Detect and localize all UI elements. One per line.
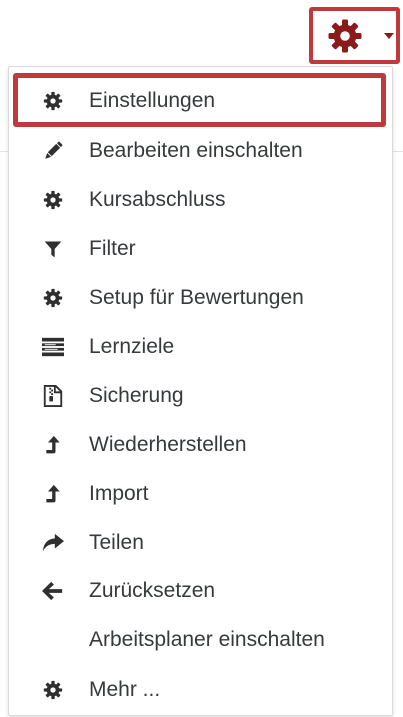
settings-menu-trigger[interactable] — [309, 7, 400, 64]
menu-item-kursabschluss[interactable]: Kursabschluss — [9, 180, 392, 220]
menu-item-label: Setup für Bewertungen — [89, 286, 304, 309]
menu-item-label: Teilen — [89, 531, 144, 554]
menu-item-mehr[interactable]: Mehr ... — [9, 670, 392, 710]
menu-item-setup-bewertungen[interactable]: Setup für Bewertungen — [9, 278, 392, 318]
list-icon — [41, 335, 65, 359]
menu-item-label: Kursabschluss — [89, 188, 226, 211]
menu-item-label: Import — [89, 482, 149, 505]
pencil-icon — [41, 139, 65, 163]
cog-icon — [328, 19, 362, 52]
menu-item-sicherung[interactable]: Sicherung — [9, 376, 392, 416]
caret-down-icon — [384, 32, 394, 39]
file-archive-icon — [41, 384, 65, 408]
menu-item-label: Filter — [89, 237, 136, 260]
cog-icon — [41, 678, 65, 702]
menu-item-label: Mehr ... — [89, 678, 161, 701]
menu-item-arbeitsplaner-einschalten[interactable]: Arbeitsplaner einschalten — [9, 620, 392, 660]
filter-icon — [41, 237, 65, 261]
menu-item-label: Lernziele — [89, 335, 175, 358]
menu-item-zuruecksetzen[interactable]: Zurücksetzen — [9, 571, 392, 611]
menu-item-label: Wiederherstellen — [89, 433, 247, 456]
cog-icon — [41, 188, 65, 212]
settings-dropdown-menu: Einstellungen Bearbeiten einschalten Kur… — [8, 66, 393, 716]
menu-item-label: Zurücksetzen — [89, 579, 216, 602]
menu-item-label: Arbeitsplaner einschalten — [89, 628, 325, 651]
menu-item-filter[interactable]: Filter — [9, 229, 392, 269]
menu-item-lernziele[interactable]: Lernziele — [9, 327, 392, 367]
menu-item-label: Sicherung — [89, 384, 184, 407]
share-icon — [41, 531, 65, 555]
level-up-icon — [41, 433, 65, 457]
menu-item-bearbeiten-einschalten[interactable]: Bearbeiten einschalten — [9, 131, 392, 171]
menu-item-label: Bearbeiten einschalten — [89, 139, 303, 162]
cog-icon — [41, 286, 65, 310]
menu-item-wiederherstellen[interactable]: Wiederherstellen — [9, 425, 392, 465]
level-up-icon — [41, 482, 65, 506]
menu-item-teilen[interactable]: Teilen — [9, 523, 392, 563]
arrow-left-icon — [41, 579, 65, 603]
highlight-frame — [13, 73, 386, 127]
menu-item-import[interactable]: Import — [9, 474, 392, 514]
